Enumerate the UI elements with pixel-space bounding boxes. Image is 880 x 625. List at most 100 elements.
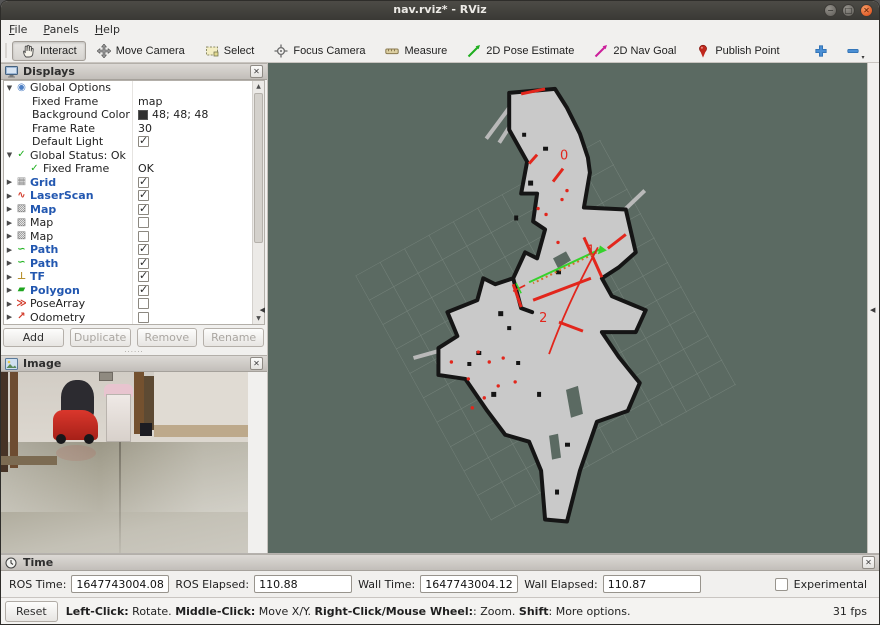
display-row-value[interactable]: OK (132, 162, 252, 176)
display-row-tf[interactable]: ▶⊥TF (4, 270, 252, 284)
display-row-path[interactable]: ▶∽Path (4, 257, 252, 271)
tool-2d-pose-estimate-button[interactable]: 2D Pose Estimate (458, 41, 583, 61)
3d-viewport[interactable]: 0 1 2 (268, 63, 867, 553)
display-row-value[interactable] (132, 216, 252, 230)
expander-icon[interactable]: ▶ (4, 259, 15, 267)
display-row-grid[interactable]: ▶▦Grid (4, 176, 252, 190)
expander-icon[interactable]: ▶ (4, 192, 15, 200)
expander-icon[interactable]: ▶ (4, 246, 15, 254)
expander-icon[interactable]: ▶ (4, 313, 15, 321)
ros-elapsed-input[interactable]: 110.88 (254, 575, 352, 593)
display-enabled-checkbox[interactable] (138, 298, 149, 309)
display-enabled-checkbox[interactable] (138, 136, 149, 147)
scroll-down-icon[interactable]: ▼ (253, 313, 264, 324)
expander-icon[interactable]: ▶ (4, 273, 15, 281)
display-row-value[interactable] (132, 230, 252, 244)
menu-item-panels[interactable]: Panels (43, 23, 78, 36)
display-row-fixed-frame[interactable]: Fixed Framemap (4, 95, 252, 109)
display-enabled-checkbox[interactable] (138, 231, 149, 242)
display-row-value[interactable] (132, 297, 252, 311)
reset-button[interactable]: Reset (5, 601, 58, 622)
display-enabled-checkbox[interactable] (138, 190, 149, 201)
display-enabled-checkbox[interactable] (138, 271, 149, 282)
expander-icon[interactable]: ▶ (4, 205, 15, 213)
display-row-value[interactable]: 30 (132, 122, 252, 136)
display-row-map[interactable]: ▶▨Map (4, 230, 252, 244)
display-row-value[interactable] (132, 257, 252, 271)
display-row-value[interactable]: 48; 48; 48 (132, 108, 252, 122)
close-time-panel-button[interactable]: ✕ (862, 556, 875, 569)
display-row-value[interactable] (132, 203, 252, 217)
add-button[interactable]: Add (3, 328, 64, 347)
ros-time-input[interactable]: 1647743004.08 (71, 575, 169, 593)
visibility-button[interactable]: ▾ (875, 42, 880, 60)
display-row-value[interactable] (132, 284, 252, 298)
display-row-fixed-frame[interactable]: ✓Fixed FrameOK (4, 162, 252, 176)
scrollbar-thumb[interactable] (254, 93, 263, 243)
expander-icon[interactable]: ▼ (4, 84, 15, 92)
expander-icon[interactable]: ▶ (4, 219, 15, 227)
display-row-map[interactable]: ▶▨Map (4, 203, 252, 217)
menu-item-help[interactable]: Help (95, 23, 120, 36)
display-row-value[interactable] (132, 311, 252, 325)
chevron-down-icon[interactable]: ▾ (862, 54, 865, 61)
display-row-value[interactable] (132, 135, 252, 149)
display-enabled-checkbox[interactable] (138, 177, 149, 188)
display-row-polygon[interactable]: ▶▰Polygon (4, 284, 252, 298)
display-enabled-checkbox[interactable] (138, 258, 149, 269)
display-row-value[interactable]: map (132, 95, 252, 109)
toolbar-grip[interactable] (5, 43, 7, 58)
display-row-posearray[interactable]: ▶≫PoseArray (4, 297, 252, 311)
display-row-default-light[interactable]: Default Light (4, 135, 252, 149)
menu-item-file[interactable]: File (9, 23, 27, 36)
wall-elapsed-input[interactable]: 110.87 (603, 575, 701, 593)
publish-point-icon (696, 44, 710, 58)
display-enabled-checkbox[interactable] (138, 244, 149, 255)
zoom-out-button[interactable]: ▾ (843, 42, 863, 60)
display-enabled-checkbox[interactable] (138, 285, 149, 296)
expander-icon[interactable]: ▶ (4, 300, 15, 308)
wall-time-input[interactable]: 1647743004.12 (420, 575, 518, 593)
display-row-map[interactable]: ▶▨Map (4, 216, 252, 230)
display-enabled-checkbox[interactable] (138, 204, 149, 215)
display-row-frame-rate[interactable]: Frame Rate30 (4, 122, 252, 136)
tool-measure-button[interactable]: Measure (376, 41, 456, 61)
close-icon[interactable]: ✕ (860, 4, 873, 17)
display-row-odometry[interactable]: ▶↗Odometry (4, 311, 252, 325)
display-row-value[interactable] (132, 270, 252, 284)
tool-interact-button[interactable]: Interact (12, 41, 86, 61)
display-row-global-status-ok[interactable]: ▼✓Global Status: Ok (4, 149, 252, 163)
tool-focus-camera-button[interactable]: Focus Camera (265, 41, 374, 61)
display-row-path[interactable]: ▶∽Path (4, 243, 252, 257)
tool-2d-nav-goal-button[interactable]: 2D Nav Goal (585, 41, 685, 61)
display-row-background-color[interactable]: Background Color48; 48; 48 (4, 108, 252, 122)
displays-panel-header[interactable]: Displays ✕ (1, 63, 267, 80)
titlebar[interactable]: nav.rviz* - RViz − □ ✕ (1, 1, 879, 20)
zoom-in-button[interactable] (811, 42, 831, 60)
collapse-left-panel-icon[interactable]: ◀ (260, 306, 265, 314)
maximize-icon[interactable]: □ (842, 4, 855, 17)
expander-icon[interactable]: ▶ (4, 286, 15, 294)
image-panel-header[interactable]: Image ✕ (1, 355, 267, 372)
display-row-global-options[interactable]: ▼◉Global Options (4, 81, 252, 95)
tool-select-button[interactable]: Select (196, 41, 264, 61)
display-row-value[interactable] (132, 243, 252, 257)
experimental-checkbox[interactable] (775, 578, 788, 591)
minimize-icon[interactable]: − (824, 4, 837, 17)
tool-move-camera-button[interactable]: Move Camera (88, 41, 194, 61)
displays-tree-scrollbar[interactable]: ▲ ▼ (252, 81, 264, 324)
expander-icon[interactable]: ▼ (4, 151, 15, 159)
time-panel-header[interactable]: Time ✕ (1, 554, 879, 571)
collapse-right-panel-icon[interactable]: ◀ (870, 306, 875, 314)
display-row-value[interactable] (132, 176, 252, 190)
expander-icon[interactable]: ▶ (4, 178, 15, 186)
scroll-up-icon[interactable]: ▲ (253, 81, 264, 92)
tool-publish-point-button[interactable]: Publish Point (687, 41, 788, 61)
close-displays-panel-button[interactable]: ✕ (250, 65, 263, 78)
display-row-value[interactable] (132, 189, 252, 203)
close-image-panel-button[interactable]: ✕ (250, 357, 263, 370)
expander-icon[interactable]: ▶ (4, 232, 15, 240)
display-enabled-checkbox[interactable] (138, 312, 149, 323)
display-enabled-checkbox[interactable] (138, 217, 149, 228)
display-row-laserscan[interactable]: ▶∿LaserScan (4, 189, 252, 203)
